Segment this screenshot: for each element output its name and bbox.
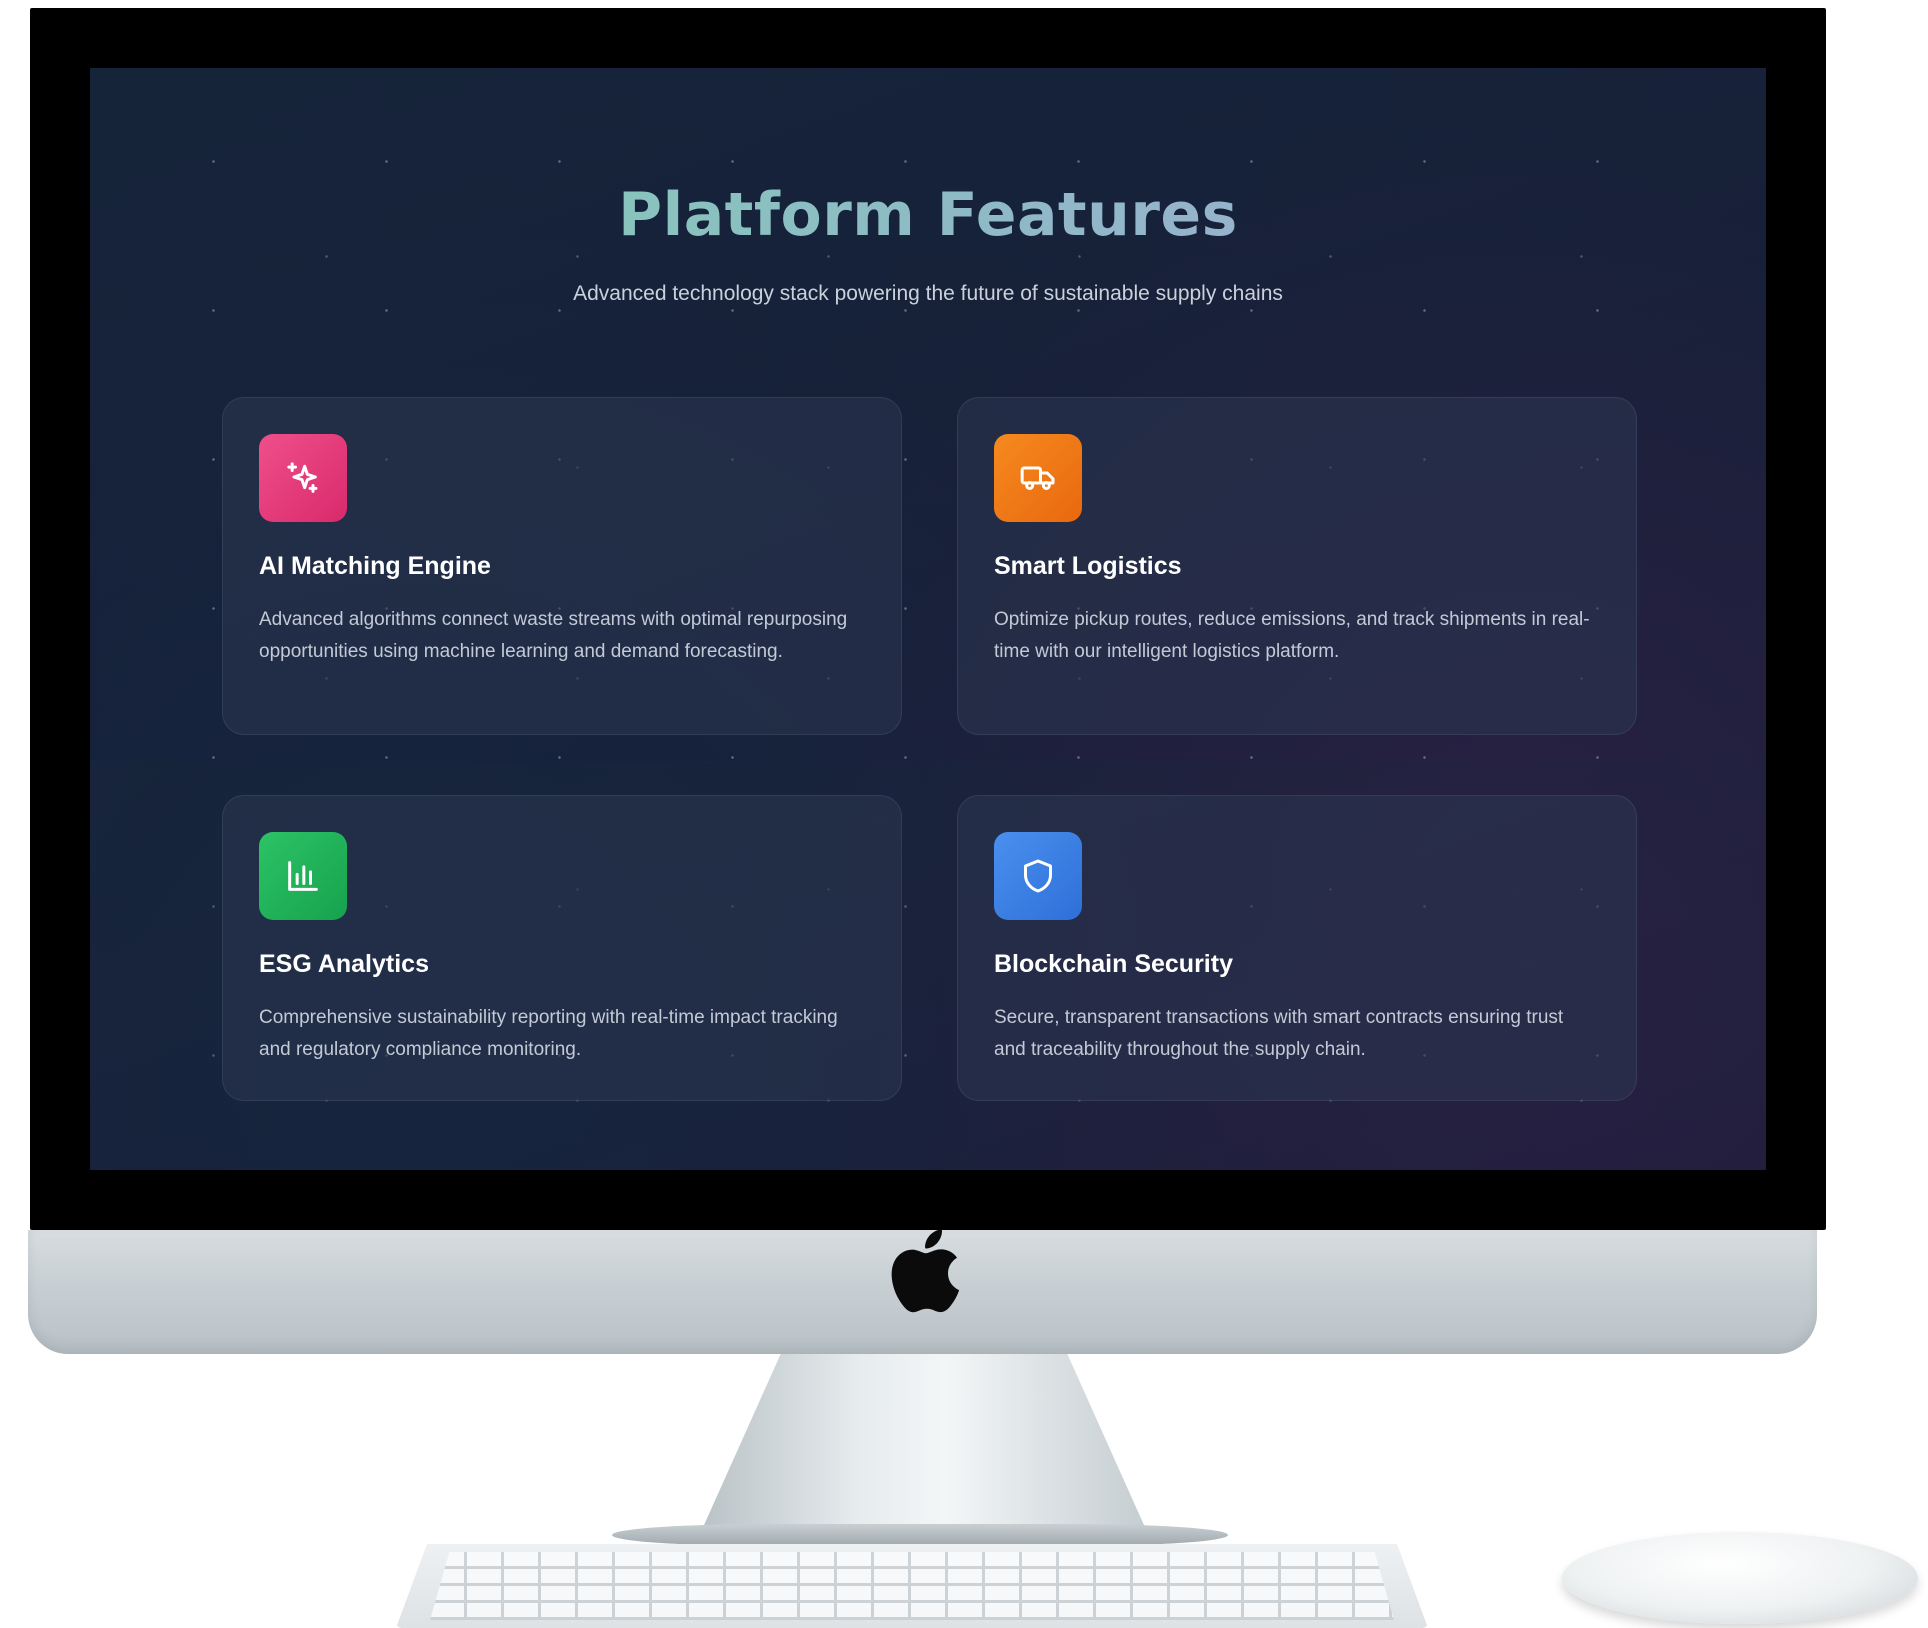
bar-chart-icon	[259, 832, 347, 920]
monitor-stand-base	[612, 1524, 1228, 1546]
feature-card-esg-analytics[interactable]: ESG Analytics Comprehensive sustainabili…	[222, 795, 902, 1101]
page-subtitle: Advanced technology stack powering the f…	[573, 282, 1283, 305]
sparkles-icon	[259, 434, 347, 522]
feature-title: Blockchain Security	[994, 950, 1233, 978]
keyboard-keys	[430, 1552, 1394, 1620]
feature-description: Advanced algorithms connect waste stream…	[259, 609, 848, 662]
feature-description: Secure, transparent transactions with sm…	[994, 1007, 1564, 1060]
feature-description: Comprehensive sustainability reporting w…	[259, 1007, 838, 1060]
feature-card-smart-logistics[interactable]: Smart Logistics Optimize pickup routes, …	[957, 397, 1637, 735]
feature-title: ESG Analytics	[259, 950, 429, 978]
mouse	[1562, 1532, 1918, 1624]
shield-icon	[994, 832, 1082, 920]
feature-title: AI Matching Engine	[259, 552, 491, 580]
feature-card-ai-matching[interactable]: AI Matching Engine Advanced algorithms c…	[222, 397, 902, 735]
truck-icon	[994, 434, 1082, 522]
feature-card-blockchain-security[interactable]: Blockchain Security Secure, transparent …	[957, 795, 1637, 1101]
screen: Platform Features Advanced technology st…	[90, 68, 1766, 1170]
page-title: Platform Features	[90, 180, 1766, 250]
apple-logo-icon	[891, 1229, 960, 1313]
monitor-stand	[700, 1354, 1148, 1534]
feature-description: Optimize pickup routes, reduce emissions…	[994, 609, 1590, 662]
imac-mockup: Platform Features Advanced technology st…	[0, 0, 1928, 1628]
feature-title: Smart Logistics	[994, 552, 1182, 580]
